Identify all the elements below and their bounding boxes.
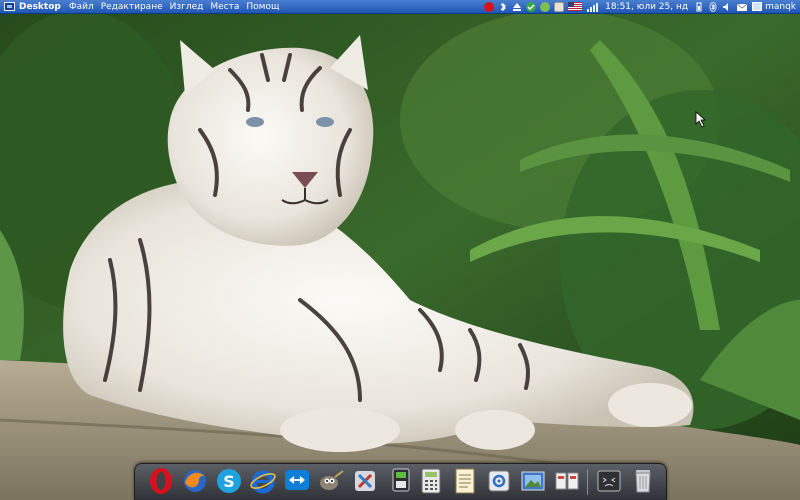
network-signal-icon[interactable]: [587, 2, 599, 12]
mail-icon[interactable]: [736, 2, 748, 12]
system-monitor-icon[interactable]: [595, 467, 623, 495]
shield-icon[interactable]: [540, 1, 551, 12]
opera-icon[interactable]: [147, 467, 175, 495]
calculator-icon[interactable]: [417, 467, 445, 495]
menu-edit[interactable]: Редактиране: [101, 0, 163, 14]
gimp-icon[interactable]: [317, 467, 345, 495]
menu-file[interactable]: Файл: [69, 0, 94, 14]
notes-icon[interactable]: [451, 467, 479, 495]
menu-places[interactable]: Места: [210, 0, 239, 14]
terminal-icon[interactable]: [387, 467, 415, 495]
settings-icon[interactable]: [485, 467, 513, 495]
menu-help[interactable]: Помощ: [246, 0, 279, 14]
opera-tray-icon[interactable]: [484, 1, 495, 12]
svg-text:S: S: [223, 472, 235, 491]
battery-icon[interactable]: [694, 2, 704, 12]
trash-icon[interactable]: [629, 467, 657, 495]
menu-view[interactable]: Изглед: [170, 0, 204, 14]
bluetooth-icon[interactable]: [708, 1, 718, 12]
bluetooth-tray-icon[interactable]: [498, 2, 508, 12]
eject-icon[interactable]: [512, 2, 522, 12]
photos-icon[interactable]: [553, 467, 581, 495]
teamviewer-icon[interactable]: [283, 467, 311, 495]
us-flag-keyboard-icon[interactable]: [568, 2, 583, 11]
clock[interactable]: 18:51, юли 25, нд: [605, 0, 688, 14]
internet-explorer-icon[interactable]: [249, 467, 277, 495]
user-icon[interactable]: [752, 2, 763, 11]
clipboard-icon[interactable]: [554, 1, 565, 12]
image-viewer-icon[interactable]: [519, 467, 547, 495]
dock-separator: [587, 469, 588, 495]
update-checkmark-icon[interactable]: [526, 1, 537, 12]
firefox-icon[interactable]: [181, 467, 209, 495]
desktop-wallpaper: [0, 0, 800, 500]
volume-icon[interactable]: [722, 2, 732, 12]
panel-menu-area: Desktop Файл Редактиране Изглед Места По…: [0, 0, 286, 14]
paint-tools-icon[interactable]: [351, 467, 379, 495]
dock: S: [134, 463, 667, 500]
top-panel: Desktop Файл Редактиране Изглед Места По…: [0, 0, 800, 14]
desktop-icon[interactable]: [4, 2, 15, 11]
skype-icon[interactable]: S: [215, 467, 243, 495]
active-app-title[interactable]: Desktop: [19, 0, 61, 14]
username[interactable]: manqk: [765, 0, 796, 14]
system-tray: 18:51, юли 25, нд manqk: [482, 0, 800, 14]
